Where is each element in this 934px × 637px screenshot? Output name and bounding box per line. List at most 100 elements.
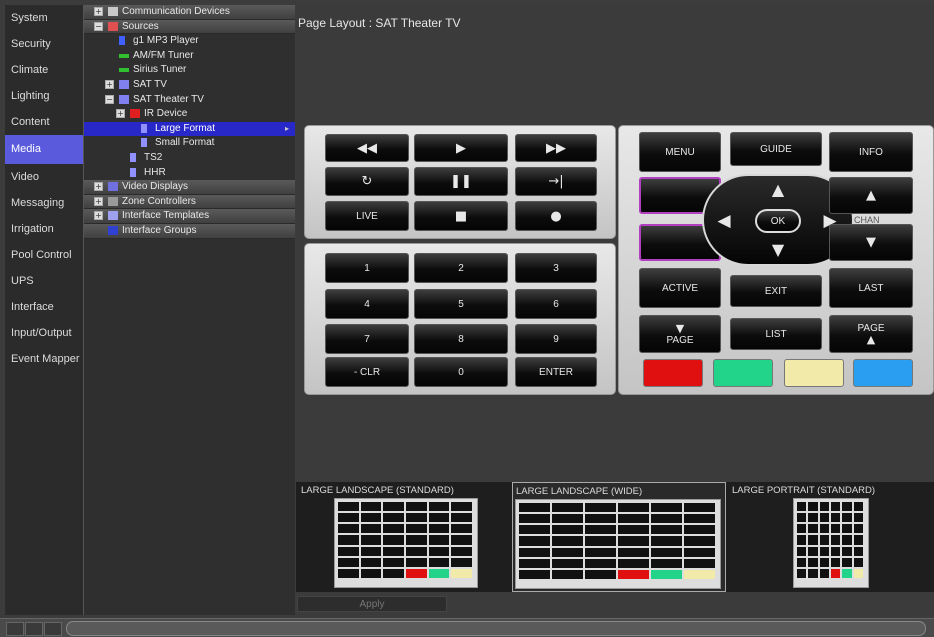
play-button[interactable]: ▶: [414, 134, 508, 162]
red-button[interactable]: [643, 359, 703, 387]
collapse-icon[interactable]: −: [105, 94, 114, 104]
tree-item-communication-devices[interactable]: + Communication Devices: [84, 5, 295, 20]
fast-forward-button[interactable]: ▶▶: [515, 134, 597, 162]
thumbnail-label: LARGE LANDSCAPE (WIDE): [516, 486, 643, 497]
tree-item-video-displays[interactable]: + Video Displays: [84, 180, 295, 195]
keypad-button-8[interactable]: 8: [414, 324, 508, 354]
channel-down-button[interactable]: ▼: [829, 224, 913, 261]
tree-item-g1-mp3-player[interactable]: g1 MP3 Player: [84, 34, 295, 49]
display-icon: [108, 182, 118, 192]
sidebar-item-media[interactable]: Media: [5, 135, 83, 164]
tree-item-label: Zone Controllers: [122, 195, 196, 207]
live-button[interactable]: LIVE: [325, 201, 409, 231]
tree-item-interface-groups[interactable]: Interface Groups: [84, 223, 295, 239]
active-button[interactable]: ACTIVE: [639, 268, 721, 308]
tree-item-label: TS2: [144, 151, 163, 163]
sidebar-item-interface[interactable]: Interface: [5, 294, 83, 320]
collapse-icon[interactable]: −: [94, 21, 103, 31]
layout-thumbnail[interactable]: LARGE PORTRAIT (STANDARD): [729, 482, 934, 592]
layout-thumbnail[interactable]: LARGE LANDSCAPE (WIDE): [512, 482, 726, 592]
sidebar-item-input-output[interactable]: Input/Output: [5, 320, 83, 346]
keypad-button-enter[interactable]: ENTER: [515, 357, 597, 387]
info-button[interactable]: INFO: [829, 132, 913, 172]
tree-item-sirius-tuner[interactable]: Sirius Tuner: [84, 63, 295, 78]
sidebar-item-security[interactable]: Security: [5, 31, 83, 57]
tree-item-sat-theater-tv[interactable]: − SAT Theater TV: [84, 93, 295, 108]
apply-button[interactable]: Apply: [297, 596, 447, 612]
page-up-button[interactable]: PAGE ▲: [829, 315, 913, 353]
dpad-left-button[interactable]: ◀: [711, 206, 737, 236]
skip-button[interactable]: →|: [515, 167, 597, 196]
stop-button[interactable]: ■: [414, 201, 508, 231]
sidebar-item-pool-control[interactable]: Pool Control: [5, 242, 83, 268]
layout-thumbnail[interactable]: LARGE LANDSCAPE (STANDARD): [298, 482, 510, 592]
tree-item-large-format[interactable]: Large Format ▸: [84, 121, 295, 137]
sidebar-item-event-mapper[interactable]: Event Mapper: [5, 346, 83, 372]
guide-button[interactable]: GUIDE: [730, 132, 822, 166]
keypad-button-3[interactable]: 3: [515, 253, 597, 283]
ok-button[interactable]: OK: [755, 209, 801, 233]
expand-icon[interactable]: +: [94, 211, 103, 221]
expand-icon[interactable]: +: [116, 109, 125, 119]
exit-button[interactable]: EXIT: [730, 275, 822, 307]
thumbnail-preview: [793, 498, 869, 588]
dpad-down-button[interactable]: ▼: [761, 238, 795, 260]
keypad-button-9[interactable]: 9: [515, 324, 597, 354]
tree-item-label: Large Format: [155, 122, 216, 134]
sidebar-item-content[interactable]: Content: [5, 109, 83, 135]
app-window: System Security Climate Lighting Content Medi…: [0, 0, 934, 637]
record-button[interactable]: ●: [515, 201, 597, 231]
sidebar-item-lighting[interactable]: Lighting: [5, 83, 83, 109]
tree-item-label: Sirius Tuner: [133, 64, 187, 76]
tree-item-sat-tv[interactable]: + SAT TV: [84, 78, 295, 93]
keypad-button-7[interactable]: 7: [325, 324, 409, 354]
sidebar-item-messaging[interactable]: Messaging: [5, 190, 83, 216]
keypad-button-4[interactable]: 4: [325, 289, 409, 319]
keypad-button-0[interactable]: 0: [414, 357, 508, 387]
tree-item-label: g1 MP3 Player: [133, 35, 199, 47]
groups-icon: [108, 225, 118, 235]
sidebar-item-ups[interactable]: UPS: [5, 268, 83, 294]
tree-item-zone-controllers[interactable]: + Zone Controllers: [84, 194, 295, 210]
page-down-button[interactable]: ▼ PAGE: [639, 315, 721, 353]
blue-button[interactable]: [853, 359, 913, 387]
tree-item-hhr[interactable]: HHR: [84, 166, 295, 181]
list-button[interactable]: LIST: [730, 318, 822, 350]
last-button[interactable]: LAST: [829, 268, 913, 308]
tree-item-ir-device[interactable]: + IR Device: [84, 107, 295, 122]
keypad-button-1[interactable]: 1: [325, 253, 409, 283]
tree-item-label: IR Device: [144, 108, 188, 120]
rewind-button[interactable]: ◀◀: [325, 134, 409, 162]
status-bar: [0, 618, 934, 637]
keypad-button-5[interactable]: 5: [414, 289, 508, 319]
keypad-button-2[interactable]: 2: [414, 253, 508, 283]
sidebar-item-video[interactable]: Video: [5, 164, 83, 190]
page-down-label: PAGE: [666, 334, 694, 346]
dpad-up-button[interactable]: ▲: [761, 178, 795, 200]
tree-item-sources[interactable]: − Sources: [84, 19, 295, 35]
tree-item-interface-templates[interactable]: + Interface Templates: [84, 209, 295, 224]
tree-item-small-format[interactable]: Small Format: [84, 136, 295, 151]
thumbnail-preview: [515, 499, 721, 589]
expand-icon[interactable]: +: [105, 79, 114, 89]
sidebar-item-irrigation[interactable]: Irrigation: [5, 216, 83, 242]
status-box-3: [44, 622, 62, 636]
tree-item-am-fm-tuner[interactable]: AM/FM Tuner: [84, 49, 295, 64]
sidebar-item-climate[interactable]: Climate: [5, 57, 83, 83]
menu-button[interactable]: MENU: [639, 132, 721, 172]
channel-up-button[interactable]: ▲: [829, 177, 913, 214]
chan-label: CHAN: [854, 215, 880, 225]
keypad-button-clr[interactable]: - CLR: [325, 357, 409, 387]
thumbnail-preview: [334, 498, 478, 588]
replay-button[interactable]: ↻: [325, 167, 409, 196]
expand-icon[interactable]: +: [94, 182, 103, 192]
yellow-button[interactable]: [784, 359, 844, 387]
tree-item-ts2[interactable]: TS2: [84, 151, 295, 166]
pause-button[interactable]: ❚❚: [414, 167, 508, 196]
green-button[interactable]: [713, 359, 773, 387]
sidebar-item-system[interactable]: System: [5, 5, 83, 31]
keypad-button-6[interactable]: 6: [515, 289, 597, 319]
tree-item-label: Sources: [122, 20, 159, 32]
expand-icon[interactable]: +: [94, 196, 103, 206]
expand-icon[interactable]: +: [94, 7, 103, 16]
